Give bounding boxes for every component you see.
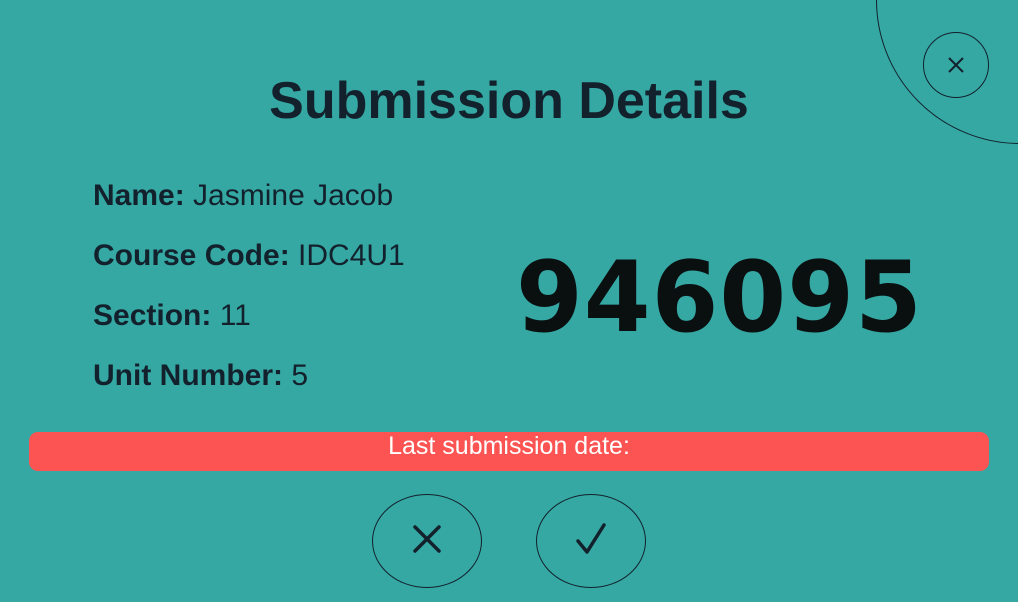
last-submission-text: Last submission date: bbox=[388, 432, 630, 460]
checkmark-icon bbox=[575, 522, 607, 561]
field-name-value: Jasmine Jacob bbox=[193, 179, 394, 212]
field-section: Section: 11 bbox=[93, 298, 405, 334]
last-submission-banner: Last submission date: bbox=[29, 432, 989, 471]
field-course-code: Course Code: IDC4U1 bbox=[93, 238, 405, 274]
reject-button[interactable] bbox=[372, 494, 482, 588]
submission-dialog: Submission Details Name: Jasmine Jacob C… bbox=[0, 0, 1018, 602]
submission-code: 946095 bbox=[516, 241, 923, 355]
submission-fields: Name: Jasmine Jacob Course Code: IDC4U1 … bbox=[93, 178, 405, 418]
field-unit-number-value: 5 bbox=[291, 359, 309, 392]
x-mark-icon bbox=[412, 524, 442, 559]
accept-button[interactable] bbox=[536, 494, 646, 588]
field-section-label: Section: bbox=[93, 299, 212, 332]
field-section-value: 11 bbox=[219, 299, 251, 332]
field-name: Name: Jasmine Jacob bbox=[93, 178, 405, 214]
dialog-title: Submission Details bbox=[269, 72, 749, 130]
field-course-code-label: Course Code: bbox=[93, 239, 290, 272]
field-name-label: Name: bbox=[93, 179, 185, 212]
field-unit-number-label: Unit Number: bbox=[93, 359, 283, 392]
field-unit-number: Unit Number: 5 bbox=[93, 358, 405, 394]
field-course-code-value: IDC4U1 bbox=[298, 239, 405, 272]
